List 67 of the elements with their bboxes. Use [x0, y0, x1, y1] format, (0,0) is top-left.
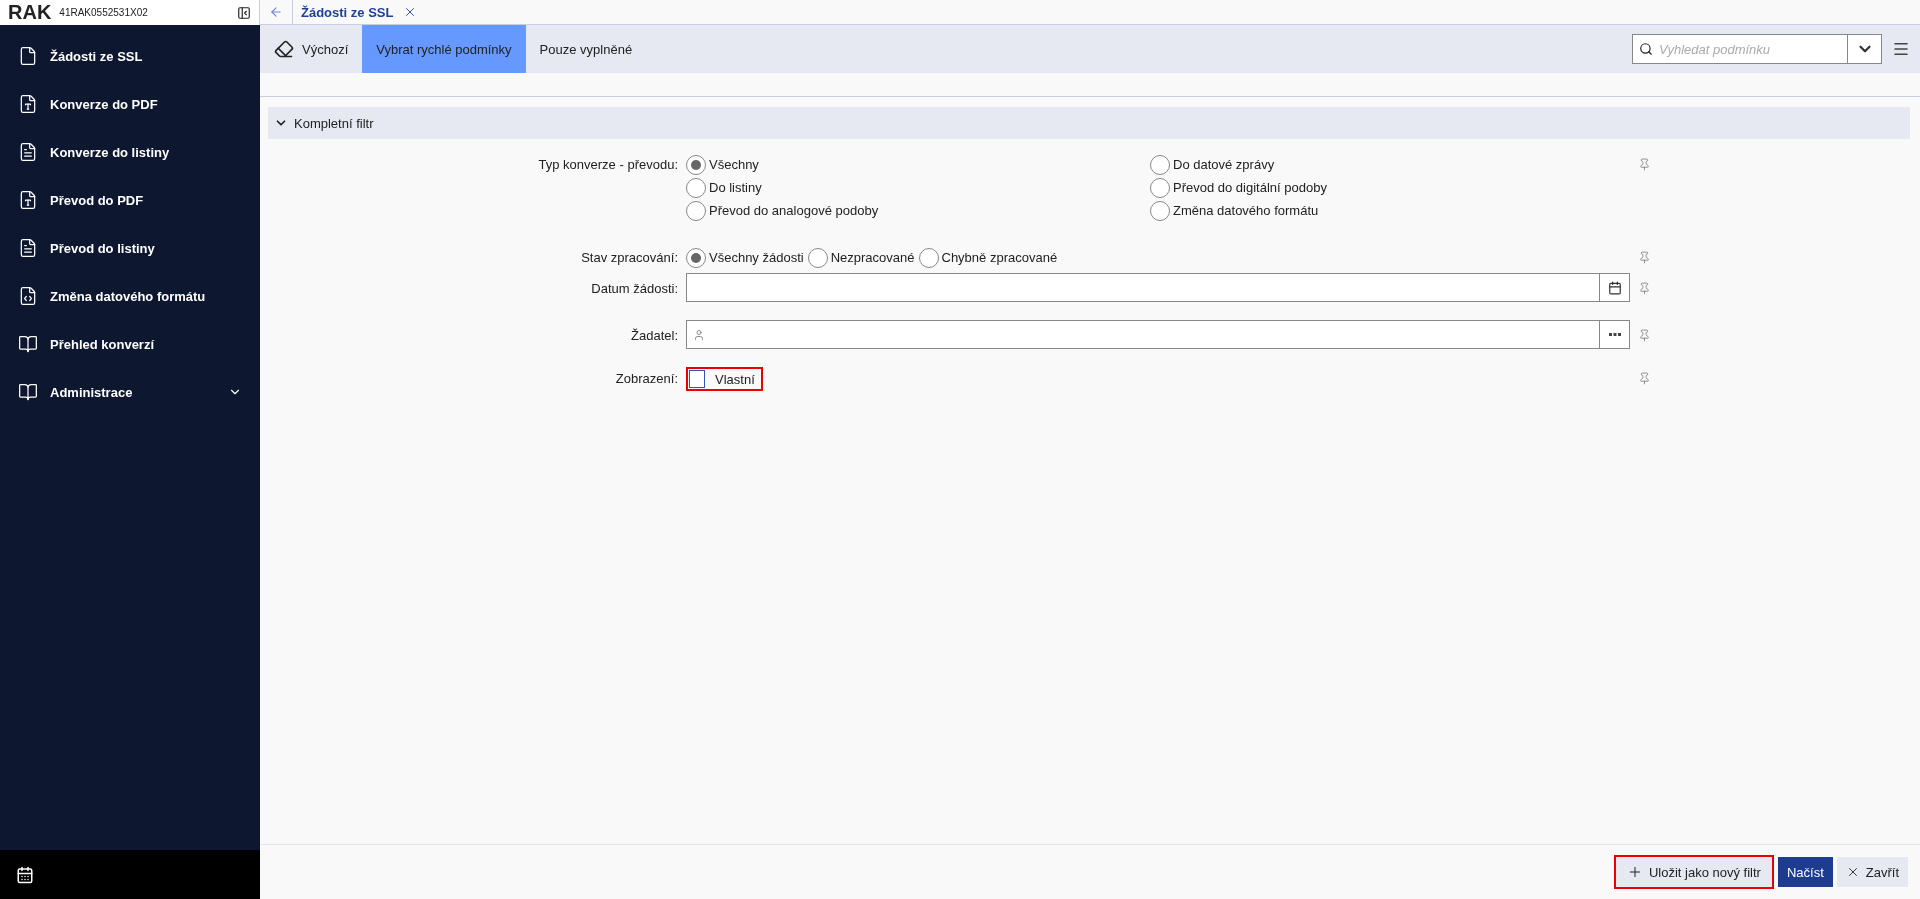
- pdf-document-icon: [18, 94, 38, 114]
- app-logo: RAK: [8, 1, 52, 24]
- pin-icon[interactable]: [1638, 251, 1651, 264]
- sidebar-item[interactable]: Administrace: [0, 368, 260, 416]
- radio-label: Všechny: [709, 157, 759, 172]
- input-field[interactable]: [686, 320, 1630, 349]
- checkbox-label: Vlastní: [715, 371, 755, 387]
- eraser-icon: [274, 39, 294, 59]
- ellipsis-icon: [1608, 332, 1621, 337]
- radio-label: Do datové zprávy: [1173, 157, 1275, 172]
- checkbox[interactable]: [689, 370, 705, 388]
- search-icon: [1639, 42, 1653, 56]
- file-format-icon: [18, 286, 38, 306]
- pdf-document-icon: [18, 190, 38, 210]
- sidebar-item[interactable]: Převod do listiny: [0, 224, 260, 272]
- pin-icon[interactable]: [1638, 158, 1651, 171]
- field-label: Stav zpracování:: [580, 249, 678, 267]
- search-field[interactable]: Vyhledat podmínku: [1632, 34, 1882, 64]
- radio-label: Změna datového formátu: [1173, 203, 1319, 218]
- toolbar-button[interactable]: Vybrat rychlé podmínky: [362, 25, 526, 73]
- radio-button[interactable]: [1150, 200, 1170, 221]
- field-label: Zobrazení:: [614, 370, 678, 388]
- radio-label: Převod do analogové podoby: [709, 203, 879, 218]
- field-label: Žadatel:: [630, 327, 678, 345]
- footer-button[interactable]: Zavřít: [1836, 857, 1908, 887]
- pin-icon[interactable]: [1638, 329, 1651, 342]
- person-icon: [693, 328, 705, 341]
- menu-icon: [1892, 40, 1910, 58]
- radio-button[interactable]: [686, 200, 706, 221]
- radio-button[interactable]: [686, 177, 706, 198]
- text-document-icon: [18, 142, 38, 162]
- radio-button[interactable]: [1150, 154, 1170, 175]
- radio-button[interactable]: [807, 247, 828, 268]
- radio-button[interactable]: [686, 154, 706, 175]
- field-label: Typ konverze - převodu:: [537, 156, 678, 174]
- toolbar-button[interactable]: Pouze vyplněné: [525, 25, 647, 73]
- collapse-panel-icon[interactable]: [237, 5, 251, 20]
- office-code: 41RAK0552531X02: [59, 7, 149, 18]
- radio-label: Do listiny: [709, 180, 762, 195]
- radio-label: Všechny žádosti: [709, 250, 804, 265]
- section-header[interactable]: Kompletní filtr: [268, 107, 1910, 139]
- sidebar-item[interactable]: Konverze do listiny: [0, 128, 260, 176]
- input-field[interactable]: [686, 273, 1630, 302]
- radio-label: Nezpracované: [830, 250, 915, 265]
- pin-icon[interactable]: [1638, 282, 1651, 295]
- sidebar-item[interactable]: Převod do PDF: [0, 176, 260, 224]
- radio-label: Převod do digitální podoby: [1173, 180, 1327, 195]
- radio-button[interactable]: [1150, 177, 1170, 198]
- footer-button[interactable]: Načíst: [1777, 857, 1833, 887]
- book-icon: [18, 334, 38, 354]
- sidebar-item[interactable]: Přehled konverzí: [0, 320, 260, 368]
- sidebar-item[interactable]: Změna datového formátu: [0, 272, 260, 320]
- calendar-icon[interactable]: [16, 865, 34, 884]
- book-icon: [18, 382, 38, 402]
- sidebar-item[interactable]: Žádosti ze SSL: [0, 32, 260, 80]
- document-icon: [18, 46, 38, 66]
- tab[interactable]: Žádosti ze SSL: [293, 0, 426, 24]
- radio-button[interactable]: [918, 247, 939, 268]
- calendar-icon: [1607, 280, 1622, 295]
- toolbar-button[interactable]: Výchozí: [260, 25, 363, 73]
- radio-label: Chybně zpracované: [941, 250, 1058, 265]
- field-label: Datum žádosti:: [590, 280, 678, 298]
- sidebar-item[interactable]: Konverze do PDF: [0, 80, 260, 128]
- radio-button[interactable]: [686, 247, 706, 268]
- footer-button[interactable]: Uložit jako nový filtr: [1613, 855, 1774, 889]
- text-document-icon: [18, 238, 38, 258]
- pin-icon[interactable]: [1638, 372, 1651, 385]
